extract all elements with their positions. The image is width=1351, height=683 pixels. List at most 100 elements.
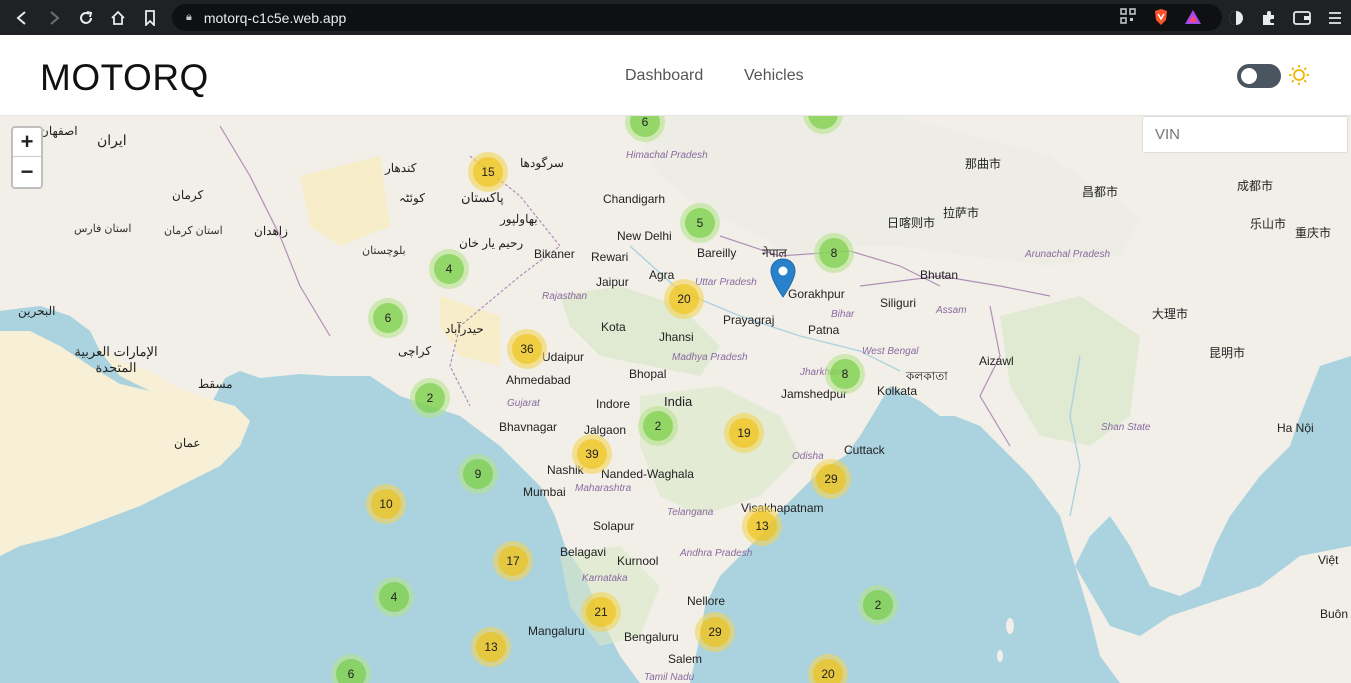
reload-icon[interactable]: [70, 0, 102, 35]
brand-logo[interactable]: MOTORQ: [40, 57, 209, 99]
vehicle-cluster[interactable]: 13: [742, 506, 782, 546]
place-label: سرگودها: [520, 156, 564, 170]
extension-circle-icon[interactable]: [1219, 0, 1252, 35]
region-label: Madhya Pradesh: [672, 352, 748, 363]
vehicle-cluster[interactable]: 20: [664, 279, 704, 319]
place-label: 拉萨市: [943, 206, 980, 220]
theme-toggle[interactable]: [1237, 64, 1281, 88]
place-label: بهاولپور: [500, 212, 538, 226]
vehicle-cluster[interactable]: 29: [811, 459, 851, 499]
vehicle-cluster[interactable]: 36: [507, 329, 547, 369]
qr-code-icon[interactable]: [1120, 8, 1138, 26]
vehicle-cluster[interactable]: 13: [471, 627, 511, 667]
place-label: Mangaluru: [528, 624, 585, 638]
place-label: Salem: [668, 652, 703, 666]
region-label: Andhra Pradesh: [680, 548, 753, 559]
vehicle-cluster[interactable]: 8: [814, 233, 854, 273]
region-label: Telangana: [667, 507, 714, 518]
vehicle-cluster[interactable]: 19: [724, 413, 764, 453]
vehicle-cluster[interactable]: 10: [366, 484, 406, 524]
place-label: Nellore: [687, 594, 726, 608]
place-label: Ahmedabad: [506, 373, 571, 387]
place-label: کندهار: [385, 161, 417, 175]
vehicle-cluster[interactable]: 21: [581, 592, 621, 632]
place-label: مسقط: [198, 377, 233, 391]
vehicle-cluster[interactable]: 17: [493, 541, 533, 581]
puzzle-icon[interactable]: [1252, 0, 1285, 35]
place-label: استان کرمان: [164, 225, 223, 237]
place-label: حیدرآباد: [445, 322, 484, 336]
region-label: Tamil Nadu: [644, 672, 695, 683]
vehicle-cluster[interactable]: 2: [410, 378, 450, 418]
place-label: Cuttack: [844, 443, 885, 457]
place-label: Aizawl: [979, 354, 1014, 368]
place-label: رحیم یار خان: [459, 236, 524, 250]
place-label: 昌都市: [1082, 185, 1119, 199]
region-label: Uttar Pradesh: [695, 277, 757, 288]
vehicle-cluster[interactable]: 39: [572, 434, 612, 474]
region-label: Himachal Pradesh: [626, 150, 708, 161]
forward-icon[interactable]: [38, 0, 70, 35]
address-bar[interactable]: 🔒︎ motorq-c1c5e.web.app: [172, 4, 1222, 31]
brave-rewards-icon[interactable]: [1184, 8, 1202, 26]
place-label: Gorakhpur: [788, 287, 845, 301]
place-label: Kurnool: [617, 554, 659, 568]
url-text: motorq-c1c5e.web.app: [203, 9, 347, 26]
place-label: Bengaluru: [624, 630, 679, 644]
place-label: Rewari: [591, 250, 629, 264]
bookmark-icon[interactable]: [134, 0, 166, 35]
place-label: Ha Nội: [1277, 421, 1314, 435]
region-label: Assam: [936, 305, 967, 316]
vin-search-input[interactable]: [1142, 116, 1348, 153]
vehicle-cluster[interactable]: 8: [825, 354, 865, 394]
place-label: کراچی: [398, 344, 432, 358]
menu-icon[interactable]: [1318, 0, 1351, 35]
lock-icon: 🔒︎: [186, 11, 192, 23]
place-label: کرمان: [172, 188, 204, 202]
vehicle-cluster[interactable]: 29: [695, 612, 735, 652]
vehicle-cluster[interactable]: 5: [680, 203, 720, 243]
place-label: Jaipur: [596, 275, 629, 289]
vehicle-cluster[interactable]: 4: [374, 577, 414, 617]
region-label: Karnataka: [582, 573, 628, 584]
place-label: Udaipur: [542, 350, 585, 364]
zoom-out-button[interactable]: −: [13, 157, 41, 186]
vehicle-cluster[interactable]: 9: [458, 454, 498, 494]
brave-shield-icon[interactable]: [1152, 8, 1170, 26]
nav-vehicles[interactable]: Vehicles: [744, 67, 804, 85]
place-label: Jhansi: [659, 330, 694, 344]
place-label: Agra: [649, 268, 675, 282]
region-label: Bihar: [831, 309, 855, 320]
place-label: Solapur: [593, 519, 635, 533]
place-label: 乐山市: [1250, 217, 1287, 231]
back-icon[interactable]: [6, 0, 38, 35]
zoom-control: + −: [11, 126, 43, 189]
place-label: Prayagraj: [723, 313, 775, 327]
place-label: پاکستان: [461, 190, 504, 205]
browser-toolbar: 🔒︎ motorq-c1c5e.web.app: [0, 0, 1351, 35]
place-label: عمان: [174, 436, 201, 450]
map-view[interactable]: Chandigarh New Delhi Bikaner Rewari Bare…: [0, 116, 1351, 683]
place-label: Patna: [808, 323, 840, 337]
vehicle-cluster[interactable]: 2: [638, 406, 678, 446]
nav-dashboard[interactable]: Dashboard: [625, 67, 703, 85]
place-label: 那曲市: [965, 157, 1002, 171]
wallet-icon[interactable]: [1285, 0, 1318, 35]
home-icon[interactable]: [102, 0, 134, 35]
vehicle-cluster[interactable]: 4: [429, 249, 469, 289]
place-label: Chandigarh: [603, 192, 666, 206]
location-marker-icon[interactable]: [770, 258, 796, 298]
region-label: Rajasthan: [542, 291, 588, 302]
place-label: 成都市: [1237, 179, 1274, 193]
vehicle-cluster[interactable]: 2: [858, 585, 898, 625]
place-label: 日喀则市: [887, 216, 936, 230]
sun-icon: [1289, 65, 1309, 85]
place-label: البحرين: [18, 304, 56, 318]
zoom-in-button[interactable]: +: [13, 128, 41, 157]
vehicle-cluster[interactable]: 15: [468, 152, 508, 192]
place-label: 昆明市: [1209, 346, 1246, 360]
place-label: Bareilly: [697, 246, 737, 260]
place-label: اصفهان: [40, 124, 78, 138]
vehicle-cluster[interactable]: 6: [368, 298, 408, 338]
region-label: Odisha: [792, 451, 824, 462]
